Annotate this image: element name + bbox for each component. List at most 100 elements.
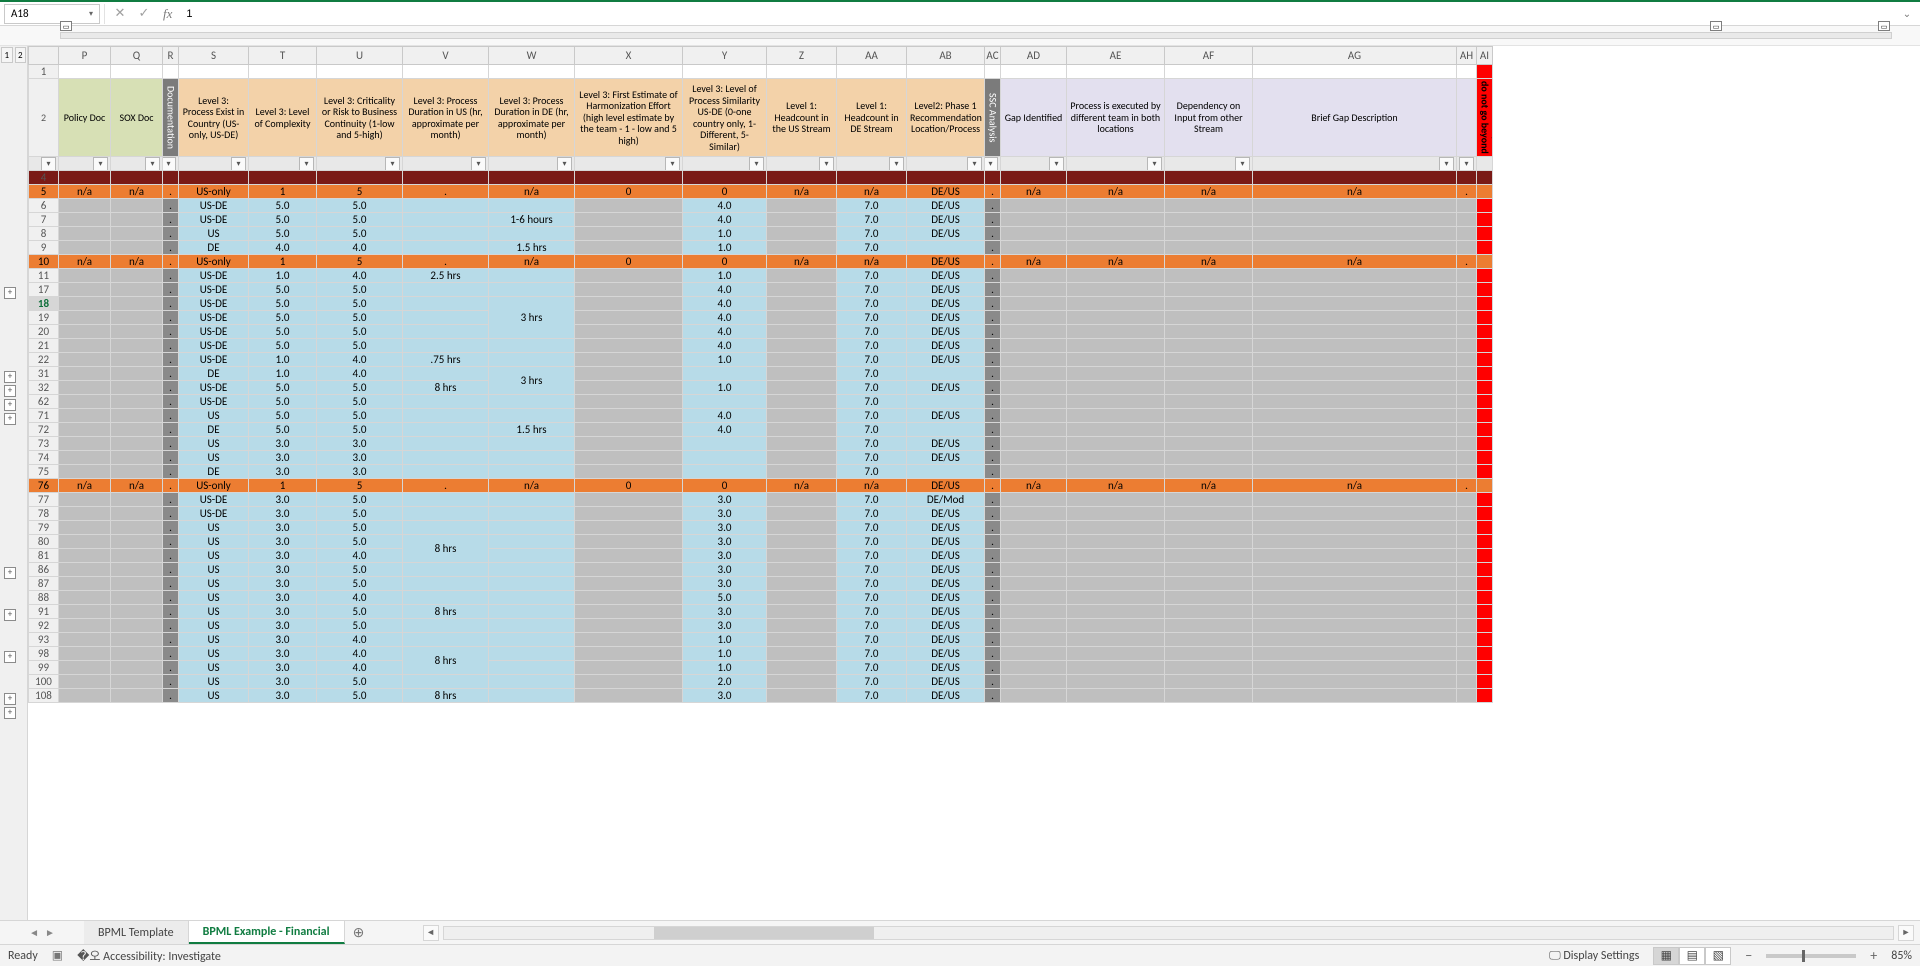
- cell[interactable]: 8 hrs: [403, 605, 489, 619]
- cell[interactable]: [59, 619, 111, 633]
- cell[interactable]: [767, 339, 837, 353]
- cell[interactable]: .: [985, 605, 1001, 619]
- cell[interactable]: [1253, 171, 1457, 185]
- cell[interactable]: [1253, 647, 1457, 661]
- cell[interactable]: [111, 339, 163, 353]
- cell[interactable]: 7.0: [837, 451, 907, 465]
- cell[interactable]: [1001, 493, 1067, 507]
- cell[interactable]: [403, 633, 489, 647]
- cell[interactable]: [985, 65, 1001, 79]
- cell[interactable]: [1477, 297, 1493, 311]
- cell[interactable]: 3.0: [249, 647, 317, 661]
- cell[interactable]: [1477, 563, 1493, 577]
- cell[interactable]: US: [179, 675, 249, 689]
- cell[interactable]: [1457, 689, 1477, 703]
- filter-V[interactable]: [403, 157, 489, 171]
- cell[interactable]: 5.0: [317, 577, 403, 591]
- cell[interactable]: 3.0: [317, 437, 403, 451]
- cell[interactable]: [489, 283, 575, 297]
- cell[interactable]: [1477, 381, 1493, 395]
- cell[interactable]: [489, 619, 575, 633]
- cell[interactable]: [59, 367, 111, 381]
- row-header[interactable]: 79: [29, 521, 59, 535]
- cell[interactable]: [1165, 577, 1253, 591]
- cell[interactable]: [1457, 213, 1477, 227]
- column-header-W[interactable]: W: [489, 47, 575, 65]
- cell[interactable]: US-DE: [179, 507, 249, 521]
- cell[interactable]: 1.0: [249, 269, 317, 283]
- cell[interactable]: n/a: [1165, 185, 1253, 199]
- cell[interactable]: n/a: [767, 255, 837, 269]
- cell[interactable]: [767, 423, 837, 437]
- cell[interactable]: [403, 423, 489, 437]
- cell[interactable]: [403, 409, 489, 423]
- cell[interactable]: 4.0: [683, 283, 767, 297]
- cell[interactable]: [111, 241, 163, 255]
- cell[interactable]: .: [163, 591, 179, 605]
- cell[interactable]: [249, 171, 317, 185]
- cell[interactable]: 8 hrs: [403, 689, 489, 703]
- column-header-AI[interactable]: AI: [1477, 47, 1493, 65]
- cell[interactable]: 5.0: [317, 283, 403, 297]
- cell[interactable]: [1457, 199, 1477, 213]
- cell[interactable]: .: [985, 297, 1001, 311]
- cell[interactable]: 7.0: [837, 647, 907, 661]
- cell[interactable]: 3.0: [683, 689, 767, 703]
- cell[interactable]: [1477, 451, 1493, 465]
- sheet-tab-bpml-example[interactable]: BPML Example - Financial: [189, 921, 345, 944]
- cell[interactable]: [1477, 577, 1493, 591]
- cell[interactable]: [111, 521, 163, 535]
- cell[interactable]: [1253, 535, 1457, 549]
- cell[interactable]: [575, 423, 683, 437]
- cell[interactable]: [1067, 367, 1165, 381]
- tab-nav-first-icon[interactable]: ◄: [29, 926, 39, 939]
- cell[interactable]: US-DE: [179, 339, 249, 353]
- cell[interactable]: 1.0: [249, 353, 317, 367]
- cell[interactable]: .: [985, 647, 1001, 661]
- cell[interactable]: 5.0: [317, 689, 403, 703]
- cell[interactable]: [489, 199, 575, 213]
- cell[interactable]: [575, 563, 683, 577]
- cell[interactable]: [59, 633, 111, 647]
- cell[interactable]: [1477, 339, 1493, 353]
- cell[interactable]: [1477, 535, 1493, 549]
- cell[interactable]: [1253, 367, 1457, 381]
- cell[interactable]: DE/US: [907, 451, 985, 465]
- cell[interactable]: 7.0: [837, 633, 907, 647]
- cell[interactable]: 4.0: [249, 241, 317, 255]
- cell[interactable]: .: [163, 339, 179, 353]
- cell[interactable]: [1477, 549, 1493, 563]
- cell[interactable]: [767, 199, 837, 213]
- hscroll-thumb[interactable]: [654, 927, 874, 939]
- cell[interactable]: [575, 521, 683, 535]
- cell[interactable]: [575, 353, 683, 367]
- cell[interactable]: [1001, 269, 1067, 283]
- cell[interactable]: n/a: [111, 185, 163, 199]
- cell[interactable]: 3.0: [683, 605, 767, 619]
- cell[interactable]: [489, 689, 575, 703]
- cell[interactable]: 3.0: [317, 465, 403, 479]
- ruler-collapse-left-icon[interactable]: ▭: [60, 21, 72, 31]
- header-cell-AA[interactable]: Level 1: Headcount in DE Stream: [837, 79, 907, 157]
- cell[interactable]: [1477, 633, 1493, 647]
- cell[interactable]: [575, 367, 683, 381]
- cell[interactable]: [1457, 269, 1477, 283]
- cell[interactable]: .: [163, 241, 179, 255]
- cell[interactable]: [767, 563, 837, 577]
- row-header[interactable]: 11: [29, 269, 59, 283]
- cell[interactable]: [1253, 311, 1457, 325]
- cell[interactable]: [767, 577, 837, 591]
- cell[interactable]: [1067, 395, 1165, 409]
- cell[interactable]: [403, 563, 489, 577]
- cell[interactable]: .: [985, 549, 1001, 563]
- cell[interactable]: [1253, 633, 1457, 647]
- cell[interactable]: [767, 381, 837, 395]
- header-cell-AG[interactable]: Brief Gap Description: [1253, 79, 1457, 157]
- cell[interactable]: [59, 465, 111, 479]
- cell[interactable]: 3.0: [249, 465, 317, 479]
- cell[interactable]: [317, 171, 403, 185]
- row-header[interactable]: 10: [29, 255, 59, 269]
- cell[interactable]: [767, 493, 837, 507]
- cell[interactable]: [575, 493, 683, 507]
- cell[interactable]: [1253, 675, 1457, 689]
